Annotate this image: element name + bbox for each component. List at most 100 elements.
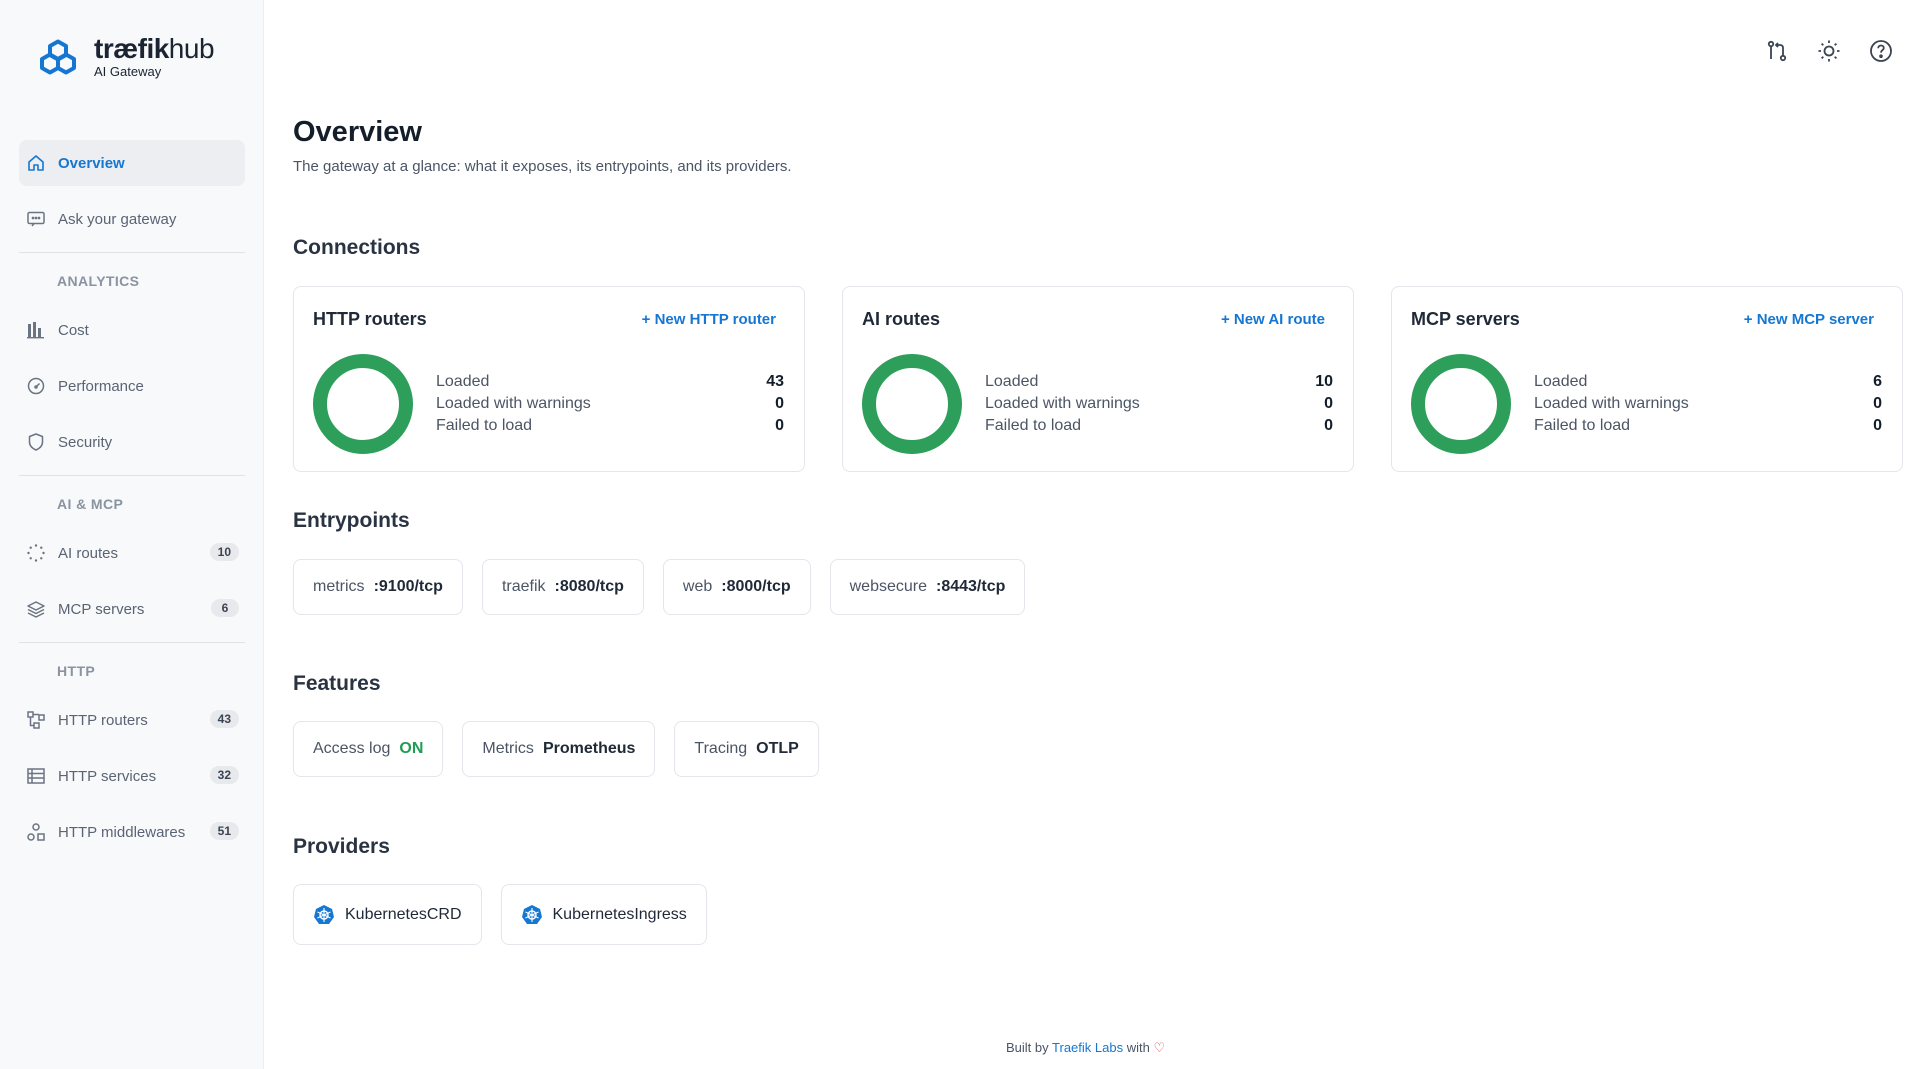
new-mcp-server-link[interactable]: + New MCP server bbox=[1744, 311, 1874, 328]
entrypoints-list: metrics :9100/tcp traefik:8080/tcp web:80… bbox=[293, 559, 1026, 615]
connection-card-ai-routes: AI routes + New AI route Loaded 10 Loaded… bbox=[842, 286, 1354, 472]
new-http-router-link[interactable]: + New HTTP router bbox=[642, 311, 776, 328]
brand[interactable]: træfikhub AI Gateway bbox=[36, 32, 215, 80]
stat-row-failed: Failed to load 0 bbox=[985, 415, 1333, 437]
nav-section-ai-mcp: AI & MCP bbox=[57, 496, 124, 512]
stat-label: Failed to load bbox=[1534, 417, 1631, 434]
sidebar-item-performance[interactable]: Performance bbox=[19, 363, 245, 409]
stat-value: 0 bbox=[1324, 417, 1333, 434]
provider-name: KubernetesIngress bbox=[552, 905, 687, 923]
nav-section-http: HTTP bbox=[57, 663, 96, 679]
brand-name-bold: træfik bbox=[94, 32, 169, 64]
stat-label: Failed to load bbox=[436, 417, 533, 434]
sidebar-item-label: Overview bbox=[58, 154, 125, 172]
kubernetes-icon bbox=[521, 904, 542, 924]
count-badge: 43 bbox=[209, 710, 239, 728]
status-donut-chart bbox=[313, 354, 413, 454]
page-subtitle: The gateway at a glance: what it exposes… bbox=[293, 158, 792, 175]
sidebar-item-label: HTTP middlewares bbox=[58, 823, 186, 841]
sidebar-item-ai-routes[interactable]: AI routes 10 bbox=[19, 530, 245, 576]
entrypoint-chip[interactable]: web:8000/tcp bbox=[662, 559, 811, 615]
feature-chip-metrics: Metrics Prometheus bbox=[462, 721, 656, 777]
stat-row-warnings: Loaded with warnings 0 bbox=[436, 393, 784, 415]
provider-chip[interactable]: KubernetesIngress bbox=[500, 884, 707, 945]
stat-row-loaded: Loaded 10 bbox=[985, 371, 1333, 393]
connection-card-mcp-servers: MCP servers + New MCP server Loaded 6 Loa… bbox=[1391, 286, 1903, 472]
sidebar-item-cost[interactable]: Cost bbox=[19, 307, 245, 353]
sidebar-item-http-routers[interactable]: HTTP routers 43 bbox=[19, 697, 245, 743]
new-ai-route-link[interactable]: + New AI route bbox=[1221, 311, 1325, 328]
feature-name: Tracing bbox=[694, 740, 748, 757]
sidebar-nav: Overview Ask your gateway ANALYTICS Cost… bbox=[19, 140, 245, 865]
footer: Built by Traefik Labs with ♡ bbox=[1006, 1040, 1165, 1056]
sidebar-item-label: AI routes bbox=[58, 544, 119, 562]
stat-value: 0 bbox=[775, 417, 784, 434]
entrypoint-chip[interactable]: metrics :9100/tcp bbox=[293, 559, 463, 615]
entrypoint-name: metrics bbox=[313, 578, 365, 595]
stat-value: 0 bbox=[1873, 395, 1882, 412]
feature-chip-tracing: Tracing OTLP bbox=[674, 721, 819, 777]
provider-chip[interactable]: KubernetesCRD bbox=[293, 884, 482, 945]
status-donut-chart bbox=[1411, 354, 1511, 454]
feature-value: OTLP bbox=[756, 740, 799, 757]
sidebar-item-label: HTTP services bbox=[58, 767, 157, 785]
status-stats: Loaded 43 Loaded with warnings 0 Failed to… bbox=[436, 371, 784, 437]
network-icon bbox=[26, 710, 46, 730]
git-compare-icon[interactable] bbox=[1762, 36, 1792, 66]
sidebar-item-security[interactable]: Security bbox=[19, 419, 245, 465]
entrypoint-name: websecure bbox=[849, 578, 927, 595]
entrypoint-address: :9100/tcp bbox=[373, 578, 443, 595]
card-title: MCP servers bbox=[1411, 309, 1520, 329]
status-stats: Loaded 10 Loaded with warnings 0 Failed to… bbox=[985, 371, 1333, 437]
sidebar-item-label: HTTP routers bbox=[58, 711, 148, 729]
sidebar-item-label: MCP servers bbox=[58, 600, 145, 618]
status-stats: Loaded 6 Loaded with warnings 0 Failed to … bbox=[1534, 371, 1882, 437]
entrypoint-name: web bbox=[682, 578, 713, 595]
nav-divider bbox=[19, 252, 245, 253]
sidebar-item-label: Ask your gateway bbox=[58, 210, 177, 228]
traefik-hub-logo-icon bbox=[40, 39, 76, 75]
entrypoint-chip[interactable]: websecure :8443/tcp bbox=[829, 559, 1026, 615]
gauge-icon bbox=[26, 376, 46, 396]
feature-name: Metrics bbox=[482, 740, 534, 757]
feature-chip-access-log: Access log ON bbox=[293, 721, 444, 777]
stat-value: 0 bbox=[1873, 417, 1882, 434]
topbar-actions bbox=[1762, 36, 1896, 66]
bar-chart-icon bbox=[26, 320, 46, 340]
entrypoint-address: :8443/tcp bbox=[936, 578, 1006, 595]
features-list: Access log ON Metrics Prometheus Tracing OT… bbox=[293, 721, 819, 777]
nav-divider bbox=[19, 475, 245, 476]
spinner-icon bbox=[26, 543, 46, 563]
stat-row-warnings: Loaded with warnings 0 bbox=[985, 393, 1333, 415]
entrypoint-chip[interactable]: traefik:8080/tcp bbox=[481, 559, 644, 615]
nav-section-analytics: ANALYTICS bbox=[57, 273, 140, 289]
sidebar-item-mcp-servers[interactable]: MCP servers 6 bbox=[19, 586, 245, 632]
connection-card-http-routers: HTTP routers + New HTTP router Loaded 43 … bbox=[293, 286, 805, 472]
stat-row-loaded: Loaded 6 bbox=[1534, 371, 1882, 393]
heart-icon: ♡ bbox=[1153, 1040, 1166, 1055]
sidebar-item-label: Performance bbox=[58, 377, 144, 395]
stat-row-warnings: Loaded with warnings 0 bbox=[1534, 393, 1882, 415]
feature-name: Access log bbox=[313, 740, 391, 757]
brand-name-light: hub bbox=[168, 32, 215, 64]
help-icon[interactable] bbox=[1866, 36, 1896, 66]
sidebar-item-http-middlewares[interactable]: HTTP middlewares 51 bbox=[19, 809, 245, 855]
stat-label: Loaded bbox=[985, 373, 1039, 390]
provider-name: KubernetesCRD bbox=[345, 905, 462, 923]
sidebar-item-overview[interactable]: Overview bbox=[19, 140, 245, 186]
stat-label: Loaded with warnings bbox=[1534, 395, 1689, 412]
sidebar-item-http-services[interactable]: HTTP services 32 bbox=[19, 753, 245, 799]
count-badge: 32 bbox=[209, 766, 239, 784]
sun-icon[interactable] bbox=[1814, 36, 1844, 66]
footer-suffix: with bbox=[1126, 1040, 1150, 1055]
home-icon bbox=[26, 153, 46, 173]
stat-value: 43 bbox=[766, 373, 784, 390]
shapes-icon bbox=[26, 822, 46, 842]
traefik-labs-link[interactable]: Traefik Labs bbox=[1052, 1040, 1123, 1055]
feature-value: ON bbox=[399, 740, 424, 757]
stat-value: 6 bbox=[1873, 373, 1882, 390]
sidebar-item-ask-your-gateway[interactable]: Ask your gateway bbox=[19, 196, 245, 242]
shield-icon bbox=[26, 432, 46, 452]
card-title: HTTP routers bbox=[313, 309, 427, 329]
stat-label: Loaded with warnings bbox=[436, 395, 591, 412]
